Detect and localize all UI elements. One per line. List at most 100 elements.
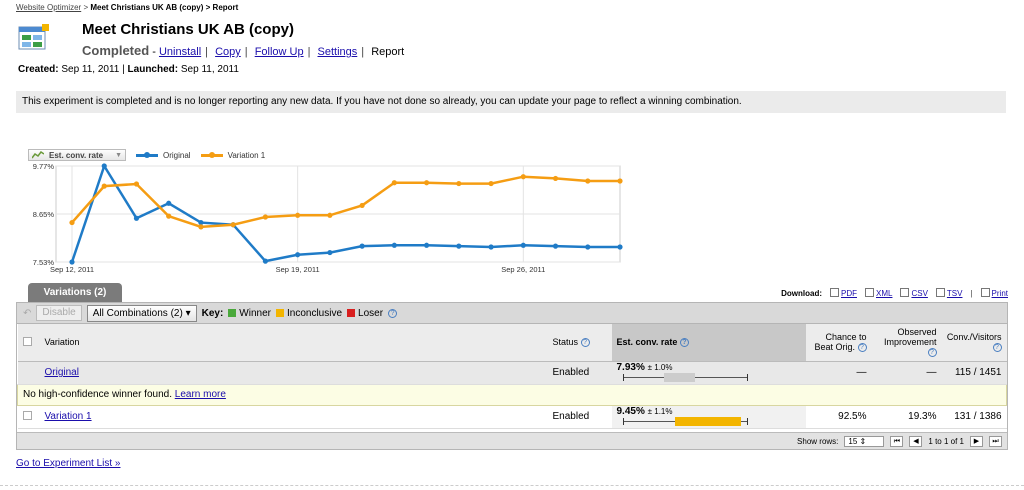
data-point <box>295 212 301 218</box>
status-cell: Enabled <box>547 361 612 385</box>
key-inconclusive-label: Inconclusive <box>286 307 343 319</box>
experiment-app-icon <box>18 24 49 50</box>
data-point <box>198 224 204 230</box>
data-point <box>327 212 333 218</box>
chance-header-line-2: Beat Orig. <box>814 342 855 353</box>
help-icon: ? <box>857 343 867 353</box>
page-range: 1 to 1 of 1 <box>928 436 964 446</box>
data-point <box>327 249 333 256</box>
data-point <box>295 252 301 258</box>
winner-swatch <box>228 309 237 317</box>
data-point <box>552 243 559 249</box>
next-page-icon[interactable]: ▶ <box>970 435 983 447</box>
key-loser: Loser <box>347 308 383 319</box>
disable-button[interactable]: Disable <box>36 305 82 321</box>
chevron-down-icon: ▼ <box>115 151 122 159</box>
first-page-icon[interactable]: ⏮ <box>890 435 904 447</box>
rate-ci: ± 1.0% <box>647 362 673 372</box>
row-checkbox[interactable] <box>22 410 32 420</box>
settings-link[interactable]: Settings <box>318 46 358 58</box>
breadcrumb-root-link[interactable]: Website Optimizer <box>16 3 81 12</box>
combinations-dropdown[interactable]: All Combinations (2) ▾ <box>86 304 197 322</box>
y-tick-label: 8.65% <box>33 210 55 219</box>
download-xml-link[interactable]: XML <box>876 289 892 298</box>
breadcrumb-sep: > <box>83 3 89 12</box>
data-point <box>488 244 494 250</box>
chart-icon <box>32 151 44 159</box>
data-point <box>230 222 236 228</box>
col-rate[interactable]: Est. conv. rate ? <box>611 324 806 362</box>
data-point <box>101 183 107 189</box>
print-link[interactable]: Print <box>992 289 1008 298</box>
data-point <box>456 180 462 187</box>
download-tsv-link[interactable]: TSV <box>947 289 963 298</box>
data-point <box>69 259 75 265</box>
status-line: Completed - Uninstall | Copy | Follow Up | … <box>82 43 405 58</box>
col-status[interactable]: Status ? <box>547 324 612 362</box>
experiment-state: Completed <box>82 43 150 58</box>
copy-link[interactable]: Copy <box>215 46 241 58</box>
pdf-icon <box>830 288 839 297</box>
prev-page-icon[interactable]: ◀ <box>909 435 923 447</box>
follow-up-link[interactable]: Follow Up <box>255 46 304 58</box>
confidence-bar <box>622 372 748 382</box>
key-winner-label: Winner <box>239 307 271 319</box>
help-icon: ? <box>580 338 590 348</box>
rate-cell: 9.45% ± 1.1% <box>611 405 806 429</box>
variation-name-link[interactable]: Original <box>45 367 79 378</box>
created-date: Sep 11, 2011 <box>61 64 120 75</box>
data-point <box>69 219 75 226</box>
data-point <box>520 242 526 248</box>
data-point <box>585 178 591 184</box>
chevron-down-icon: ▾ <box>185 307 191 319</box>
breadcrumb-sep: > <box>205 3 211 12</box>
learn-more-link[interactable]: Learn more <box>175 389 226 400</box>
status-cell: Enabled <box>547 405 612 429</box>
improvement-cell: 19.3% <box>871 405 942 429</box>
data-point <box>166 200 172 206</box>
show-rows-label: Show rows: <box>797 436 839 446</box>
report-current: Report <box>371 46 405 58</box>
no-winner-text: No high-confidence winner found. <box>23 389 172 400</box>
last-page-icon[interactable]: ⏭ <box>989 435 1002 447</box>
improvement-header-line-1: Observed <box>897 327 937 338</box>
uninstall-link[interactable]: Uninstall <box>159 46 201 58</box>
download-csv-link[interactable]: CSV <box>911 289 927 298</box>
completed-notice: This experiment is completed and is no l… <box>16 91 1006 113</box>
data-point <box>456 243 462 249</box>
tab-variations[interactable]: Variations (2) <box>28 283 122 302</box>
experiment-list-link[interactable]: Go to Experiment List » <box>16 458 121 469</box>
experiment-dates: Created: Sep 11, 2011 | Launched: Sep 11… <box>18 64 239 75</box>
metric-label: Est. conv. rate <box>49 150 104 160</box>
table-row: Variation 1 Enabled 9.45% ± 1.1% 92.5% 1… <box>17 405 1007 429</box>
no-winner-notice: No high-confidence winner found. Learn m… <box>17 383 1007 406</box>
data-point <box>617 178 623 184</box>
download-pdf-link[interactable]: PDF <box>841 289 857 298</box>
breadcrumb-experiment: Meet Christians UK AB (copy) <box>90 3 204 12</box>
data-point <box>423 242 430 248</box>
legend-label-variation-1: Variation 1 <box>227 150 266 160</box>
variations-table: Variation Status ? Est. conv. rate ? Cha… <box>17 324 1007 429</box>
table-header-row: Variation Status ? Est. conv. rate ? Cha… <box>17 324 1007 362</box>
breadcrumb-page: Report <box>212 3 239 12</box>
select-all-checkbox[interactable] <box>22 336 32 346</box>
conversion-rate-chart: 9.77%8.65%7.53%Sep 12, 2011 Sep 19, 2011 S… <box>33 162 623 274</box>
variation-name-link[interactable]: Variation 1 <box>45 411 92 422</box>
improvement-header-line-2: Improvement <box>883 337 937 348</box>
help-icon[interactable]: ? <box>388 308 398 318</box>
undo-icon: ↶ <box>23 307 32 319</box>
chance-cell: 92.5% <box>805 405 872 429</box>
data-point <box>391 180 397 186</box>
download-label: Download: <box>781 288 822 298</box>
launched-date: Sep 11, 2011 <box>180 64 239 75</box>
rows-per-page-select[interactable]: 15 ⇕ <box>844 435 885 447</box>
loser-swatch <box>347 309 356 317</box>
key-inconclusive: Inconclusive <box>275 307 343 319</box>
page-title: Meet Christians UK AB (copy) <box>82 21 294 38</box>
combinations-label: All Combinations (2) <box>92 307 183 319</box>
key-label: Key: <box>201 307 224 319</box>
downloads: Download: PDF XML CSV TSV | Print <box>781 288 1008 298</box>
csv-icon <box>900 288 910 297</box>
data-point <box>552 175 559 182</box>
x-tick-label: Sep 19, 2011 <box>276 265 320 274</box>
